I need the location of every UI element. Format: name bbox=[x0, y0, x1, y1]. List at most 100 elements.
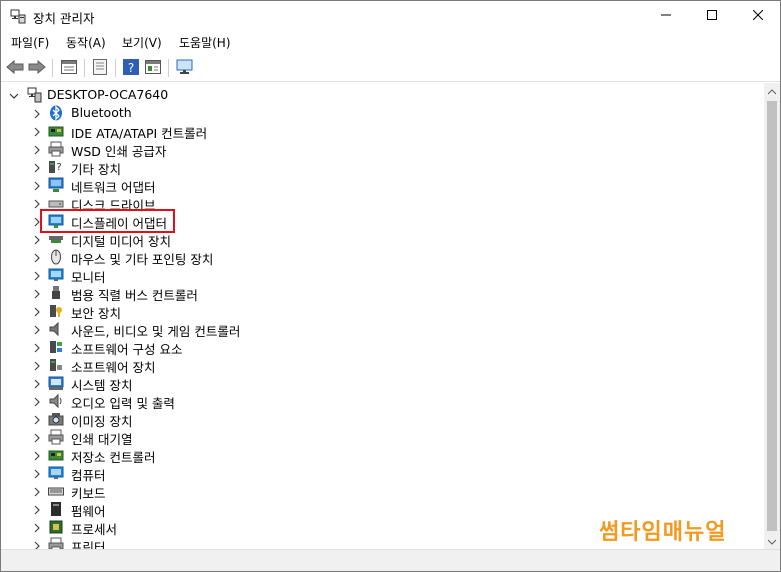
computer-icon bbox=[48, 465, 64, 481]
chevron-right-icon[interactable] bbox=[32, 360, 42, 371]
highlight-box bbox=[40, 209, 175, 233]
tree-item[interactable]: 사운드, 비디오 및 게임 컨트롤러 bbox=[7, 320, 707, 339]
menu-bar: 파일(F) 동작(A) 보기(V) 도움말(H) bbox=[1, 31, 780, 53]
forward-icon bbox=[28, 59, 46, 77]
tree-item[interactable]: 키보드 bbox=[7, 482, 707, 501]
security-device-icon bbox=[48, 303, 64, 319]
tree-item[interactable]: 이미징 장치 bbox=[7, 410, 707, 429]
tree-item[interactable]: 컴퓨터 bbox=[7, 464, 707, 483]
device-manager-window: 장치 관리자 파일(F) 동작(A) 보기(V) 도움말(H) ? DESKTO… bbox=[0, 0, 781, 572]
tree-item[interactable]: 오디오 입력 및 출력 bbox=[7, 392, 707, 411]
tree-item[interactable]: 인쇄 대기열 bbox=[7, 428, 707, 447]
tree-item[interactable]: WSD 인쇄 공급자 bbox=[7, 140, 707, 159]
menu-action[interactable]: 동작(A) bbox=[66, 34, 106, 51]
maximize-button[interactable] bbox=[689, 1, 735, 31]
tree-item[interactable]: 소프트웨어 구성 요소 bbox=[7, 338, 707, 357]
back-button[interactable] bbox=[4, 57, 26, 79]
scroll-down-button[interactable] bbox=[764, 533, 780, 549]
toolbar: ? bbox=[1, 54, 780, 82]
scrollbar-thumb[interactable] bbox=[767, 101, 777, 531]
imaging-device-icon bbox=[48, 411, 64, 427]
chevron-right-icon[interactable] bbox=[32, 396, 42, 407]
tree-item[interactable]: 모니터 bbox=[7, 266, 707, 285]
status-bar bbox=[1, 549, 780, 571]
chevron-right-icon[interactable] bbox=[32, 198, 42, 209]
usb-icon bbox=[48, 285, 64, 301]
collapse-icon[interactable] bbox=[9, 90, 19, 100]
close-button[interactable] bbox=[735, 1, 781, 31]
view-button[interactable] bbox=[142, 57, 164, 79]
ide-controller-icon bbox=[48, 123, 64, 139]
software-component-icon bbox=[48, 339, 64, 355]
forward-button[interactable] bbox=[26, 57, 48, 79]
chevron-right-icon[interactable] bbox=[32, 252, 42, 263]
chevron-right-icon[interactable] bbox=[32, 504, 42, 515]
scroll-up-button[interactable] bbox=[764, 83, 780, 99]
menu-help[interactable]: 도움말(H) bbox=[179, 34, 231, 51]
chevron-right-icon[interactable] bbox=[32, 144, 42, 155]
scan-hardware-button[interactable] bbox=[174, 57, 196, 79]
chevron-right-icon[interactable] bbox=[32, 324, 42, 335]
tree-item[interactable]: 보안 장치 bbox=[7, 302, 707, 321]
device-tree[interactable]: DESKTOP-OCA7640 Bluetooth IDE ATA/ATAPI 컨… bbox=[2, 83, 764, 549]
watermark-text: 썸타임매뉴얼 bbox=[599, 520, 727, 545]
menu-view[interactable]: 보기(V) bbox=[122, 34, 162, 51]
chevron-right-icon[interactable] bbox=[32, 180, 42, 191]
toolbar-separator bbox=[168, 59, 169, 77]
tree-item[interactable]: 소프트웨어 장치 bbox=[7, 356, 707, 375]
unknown-device-icon: ? bbox=[48, 159, 64, 175]
title-bar[interactable]: 장치 관리자 bbox=[1, 1, 780, 31]
minimize-icon bbox=[661, 9, 671, 23]
chevron-right-icon[interactable] bbox=[32, 522, 42, 533]
update-driver-button[interactable] bbox=[89, 57, 111, 79]
tree-item-label: Bluetooth bbox=[71, 105, 132, 120]
system-device-icon bbox=[48, 375, 64, 391]
properties-button[interactable] bbox=[58, 57, 80, 79]
digital-media-icon bbox=[48, 231, 64, 247]
device-manager-icon bbox=[10, 9, 26, 24]
chevron-right-icon[interactable] bbox=[32, 288, 42, 299]
chevron-right-icon[interactable] bbox=[32, 432, 42, 443]
chevron-right-icon[interactable] bbox=[32, 270, 42, 281]
tree-item[interactable]: 네트워크 어댑터 bbox=[7, 176, 707, 195]
chevron-right-icon[interactable] bbox=[32, 540, 42, 549]
computer-icon bbox=[26, 87, 42, 103]
chevron-right-icon[interactable] bbox=[32, 306, 42, 317]
chevron-right-icon[interactable] bbox=[32, 486, 42, 497]
toolbar-separator bbox=[52, 59, 53, 77]
tree-item[interactable]: Bluetooth bbox=[7, 104, 707, 122]
tree-item[interactable]: ? 기타 장치 bbox=[7, 158, 707, 177]
chevron-right-icon[interactable] bbox=[32, 162, 42, 173]
chevron-right-icon[interactable] bbox=[32, 342, 42, 353]
view-icon bbox=[145, 59, 161, 77]
bluetooth-icon bbox=[48, 105, 64, 121]
window-title: 장치 관리자 bbox=[33, 11, 95, 26]
audio-io-icon bbox=[48, 393, 64, 409]
printer-icon bbox=[48, 141, 64, 157]
chevron-right-icon[interactable] bbox=[32, 378, 42, 389]
chevron-right-icon[interactable] bbox=[32, 108, 42, 119]
scan-hardware-icon bbox=[176, 59, 194, 78]
tree-root[interactable]: DESKTOP-OCA7640 bbox=[7, 86, 707, 104]
help-button[interactable]: ? bbox=[120, 57, 142, 79]
chevron-right-icon[interactable] bbox=[32, 468, 42, 479]
toolbar-separator bbox=[84, 59, 85, 77]
tree-item[interactable]: 시스템 장치 bbox=[7, 374, 707, 393]
chevron-right-icon[interactable] bbox=[32, 414, 42, 425]
tree-item[interactable]: 마우스 및 기타 포인팅 장치 bbox=[7, 248, 707, 267]
chevron-down-icon bbox=[767, 534, 777, 548]
storage-controller-icon bbox=[48, 447, 64, 463]
root-label: DESKTOP-OCA7640 bbox=[47, 87, 169, 102]
tree-item-label: 프린터 bbox=[71, 540, 106, 549]
toolbar-separator bbox=[115, 59, 116, 77]
keyboard-icon bbox=[48, 483, 64, 499]
chevron-right-icon[interactable] bbox=[32, 234, 42, 245]
network-adapter-icon bbox=[48, 177, 64, 193]
chevron-right-icon[interactable] bbox=[32, 450, 42, 461]
minimize-button[interactable] bbox=[643, 1, 689, 31]
tree-item[interactable]: IDE ATA/ATAPI 컨트롤러 bbox=[7, 122, 707, 141]
tree-item[interactable]: 저장소 컨트롤러 bbox=[7, 446, 707, 465]
menu-file[interactable]: 파일(F) bbox=[11, 34, 49, 51]
tree-item[interactable]: 범용 직렬 버스 컨트롤러 bbox=[7, 284, 707, 303]
chevron-right-icon[interactable] bbox=[32, 126, 42, 137]
